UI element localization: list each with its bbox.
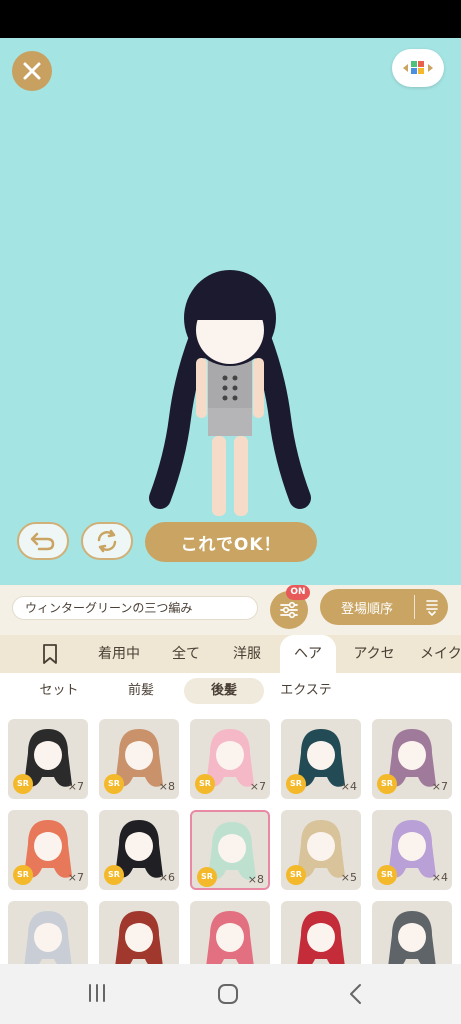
- hair-item-card[interactable]: SR ×7: [8, 719, 88, 799]
- hair-item-card[interactable]: SR ×6: [99, 810, 179, 890]
- subtab-set[interactable]: セット: [20, 678, 98, 704]
- hair-item-card[interactable]: SR ×4: [372, 810, 452, 890]
- rarity-badge: SR: [13, 865, 33, 885]
- item-count: ×7: [67, 780, 84, 793]
- hair-item-card[interactable]: [281, 901, 361, 964]
- item-count: ×5: [340, 871, 357, 884]
- item-count: ×7: [249, 780, 266, 793]
- tab-all[interactable]: 全て: [160, 635, 212, 673]
- hair-subtabs: セット 前髪 後髪 エクステ: [0, 673, 461, 709]
- rotate-icon: [97, 529, 117, 553]
- item-count: ×4: [340, 780, 357, 793]
- rarity-badge: SR: [104, 865, 124, 885]
- tab-clothes[interactable]: 洋服: [220, 635, 274, 673]
- sort-label: 登場順序: [340, 601, 393, 617]
- hair-item-card[interactable]: [372, 901, 452, 964]
- back-button[interactable]: [346, 982, 366, 1010]
- filter-on-badge: ON: [286, 585, 310, 600]
- bookmark-icon: [43, 644, 57, 664]
- tab-bookmark[interactable]: [26, 635, 74, 673]
- hair-item-card[interactable]: SR ×5: [281, 810, 361, 890]
- system-nav-bar: [0, 964, 461, 1024]
- hair-thumbnail: [297, 911, 345, 964]
- rarity-badge: SR: [377, 865, 397, 885]
- item-name-label: ウィンターグリーンの三つ編み: [12, 596, 258, 620]
- subtab-extensions[interactable]: エクステ: [268, 678, 344, 704]
- tab-makeup[interactable]: メイク: [420, 635, 461, 673]
- rarity-badge: SR: [195, 774, 215, 794]
- item-count: ×7: [67, 871, 84, 884]
- rotate-button[interactable]: [81, 522, 133, 560]
- item-count: ×6: [158, 871, 175, 884]
- sort-button[interactable]: 登場順序: [320, 589, 448, 625]
- character-stage: これでOK！: [0, 38, 461, 585]
- hair-thumbnail: [388, 911, 436, 964]
- status-bar: [0, 0, 461, 38]
- item-count: ×8: [247, 873, 264, 886]
- sort-order-button[interactable]: [415, 598, 448, 616]
- confirm-button[interactable]: これでOK！: [145, 522, 317, 562]
- layout-button[interactable]: [392, 49, 444, 87]
- recents-icon: [89, 984, 105, 1002]
- tab-wearing[interactable]: 着用中: [86, 635, 152, 673]
- hair-item-card[interactable]: [8, 901, 88, 964]
- item-count: ×8: [158, 780, 175, 793]
- hair-item-card[interactable]: SR ×7: [190, 719, 270, 799]
- back-icon: [350, 984, 361, 1004]
- undo-button[interactable]: [17, 522, 69, 560]
- rarity-badge: SR: [286, 774, 306, 794]
- tab-accessories[interactable]: アクセ: [342, 635, 406, 673]
- close-icon: [23, 62, 41, 80]
- home-button[interactable]: [216, 982, 240, 1010]
- rarity-badge: SR: [104, 774, 124, 794]
- hair-thumbnail: [206, 911, 254, 964]
- hair-item-card[interactable]: [99, 901, 179, 964]
- recents-button[interactable]: [86, 982, 108, 1008]
- hair-item-card[interactable]: SR ×7: [372, 719, 452, 799]
- rarity-badge: SR: [197, 867, 217, 887]
- category-tabs: 着用中 全て 洋服 ヘア アクセ メイク: [0, 635, 461, 673]
- rarity-badge: SR: [13, 774, 33, 794]
- item-info-bar: ウィンターグリーンの三つ編み ON 登場順序: [0, 585, 461, 635]
- hair-item-card[interactable]: SR ×7: [8, 810, 88, 890]
- hair-item-card[interactable]: SR ×4: [281, 719, 361, 799]
- color-blocks-icon: [403, 61, 433, 74]
- hair-thumbnail: [115, 911, 163, 964]
- subtab-bangs[interactable]: 前髪: [106, 678, 176, 704]
- rarity-badge: SR: [377, 774, 397, 794]
- undo-icon: [30, 532, 55, 551]
- hair-item-card[interactable]: [190, 901, 270, 964]
- hair-item-card[interactable]: SR ×8: [99, 719, 179, 799]
- item-grid: SR ×7 SR ×8 SR ×7 SR ×4 SR ×7 SR ×7 SR ×6 SR ×8 SR ×5 SR ×4: [0, 709, 461, 964]
- sort-order-icon: [425, 600, 438, 616]
- sliders-icon: [280, 601, 298, 619]
- home-icon: [218, 984, 238, 1004]
- hair-item-card[interactable]: SR ×8: [190, 810, 270, 890]
- item-count: ×7: [431, 780, 448, 793]
- tab-hair[interactable]: ヘア: [280, 635, 336, 673]
- subtab-back-hair[interactable]: 後髪: [184, 678, 264, 704]
- rarity-badge: SR: [286, 865, 306, 885]
- character-avatar: [149, 270, 311, 516]
- item-count: ×4: [431, 871, 448, 884]
- hair-thumbnail: [24, 911, 72, 964]
- close-button[interactable]: [12, 51, 52, 91]
